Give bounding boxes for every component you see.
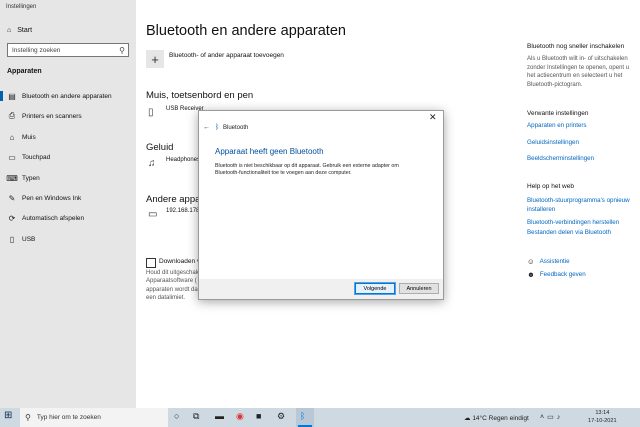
printer-icon: ⎙ [8,111,16,120]
pen-icon: ✎ [8,193,16,203]
add-device-button[interactable]: + [146,50,164,68]
sidebar-item-label: Typen [22,174,40,182]
weather-text: 14°C Regen eindigt [472,415,529,422]
home-icon: ⌂ [7,27,12,34]
link-devices-printers[interactable]: Apparaten en printers [527,122,633,131]
bluetooth-taskbar-icon[interactable]: ᛒ [300,411,305,421]
sidebar-item-label: Touchpad [22,153,51,161]
section-heading-other: Andere appar [146,194,204,205]
desc-line: Apparaatsoftware ( [146,278,197,285]
sidebar-item-label: Bluetooth en andere apparaten [22,92,112,100]
chat-help-icon: ☺ [527,257,535,266]
page-title: Bluetooth en andere apparaten [146,23,346,39]
home-label: Start [17,27,33,34]
sidebar-item-label: Pen en Windows Ink [22,194,82,202]
dialog-title: Bluetooth [223,125,249,131]
keyboard-icon: ⌨ [6,173,18,183]
related-settings-heading: Verwante instellingen [527,110,589,117]
taskbar-search-placeholder: Typ hier om te zoeken [36,414,101,421]
plus-icon: + [151,51,159,67]
autoplay-icon: ⟳ [8,213,16,223]
add-device-label[interactable]: Bluetooth- of ander apparaat toevoegen [169,52,284,59]
usb-icon: ▯ [9,234,15,244]
weather-icon: ☁ [464,415,471,422]
sidebar-item-mouse[interactable]: ⌂ Muis [0,129,136,145]
download-metered-label[interactable]: Downloaden vi [159,258,202,265]
clock-time: 13:14 [595,410,610,416]
sidebar-item-autoplay[interactable]: ⟳ Automatisch afspelen [0,210,136,226]
file-explorer-icon[interactable]: ▬ [215,411,224,421]
bluetooth-icon: ᛒ [215,124,220,131]
download-description: Houd dit uitgeschak Apparaatsoftware ( a… [146,269,206,302]
sidebar-item-bluetooth[interactable]: ▤ Bluetooth en andere apparaten [0,88,136,104]
desc-line: Houd dit uitgeschak [146,270,199,276]
mouse-icon: ⌂ [9,132,15,142]
feedback-label: Feedback geven [539,271,586,278]
next-button[interactable]: Volgende [354,282,396,295]
network-device-icon: ▭ [148,209,158,220]
bluetooth-dialog: ← ᛒ Bluetooth ✕ Apparaat heeft geen Blue… [198,110,444,300]
sidebar-item-label: Printers en scanners [22,112,82,120]
bluetooth-faster-heading: Bluetooth nog sneller inschakelen [527,43,625,50]
mouse-device-icon: ▯ [148,107,154,118]
sidebar-item-label: Automatisch afspelen [22,214,85,222]
taskbar-clock[interactable]: 13:14 17-10-2021 [588,410,617,425]
bluetooth-devices-icon: ▤ [8,91,16,101]
settings-gear-icon[interactable]: ⚙ [277,411,285,422]
dialog-message: Bluetooth is niet beschikbaar op dit app… [215,163,399,177]
cortana-icon[interactable]: ○ [174,411,179,421]
app-icon[interactable]: ■ [256,411,261,421]
sidebar-item-label: USB [22,235,36,243]
sidebar-item-label: Muis [22,133,36,141]
clock-date: 17-10-2021 [588,417,617,424]
touchpad-icon: ▭ [8,152,16,162]
sidebar-item-pen[interactable]: ✎ Pen en Windows Ink [0,190,136,206]
headphones-icon: ♫ [148,158,156,169]
assist-label: Assistentie [539,258,570,265]
sidebar-section-heading: Apparaten [7,68,42,75]
feedback-link[interactable]: ☻ Feedback geven [527,270,586,279]
task-view-icon[interactable]: ⧉ [193,411,199,422]
link-display-settings[interactable]: Beeldscherminstellingen [527,155,633,164]
help-heading: Help op het web [527,183,574,190]
close-icon[interactable]: ✕ [429,112,437,123]
search-icon: ⚲ [25,413,31,422]
cancel-button[interactable]: Annuleren [399,283,439,294]
chrome-icon[interactable]: ◉ [236,411,244,422]
bluetooth-faster-text: Als u Bluetooth wilt in- of uitschakelen… [527,56,630,88]
link-sound-settings[interactable]: Geluidsinstellingen [527,139,633,148]
windows-start-icon[interactable]: ⊞ [4,410,12,421]
home-link[interactable]: ⌂ Start [7,27,32,34]
sidebar-item-printers[interactable]: ⎙ Printers en scanners [0,108,136,124]
volume-icon: ♪ [556,414,564,421]
settings-search-input[interactable]: Instelling zoeken ⚲ [7,43,129,57]
sidebar-item-typing[interactable]: ⌨ Typen [0,170,136,186]
section-heading-audio: Geluid [146,142,174,153]
search-placeholder: Instelling zoeken [12,46,61,54]
network-icon: ▭ [547,414,557,421]
weather-widget[interactable]: ☁ 14°C Regen eindigt [464,414,529,422]
download-metered-checkbox[interactable] [146,258,156,268]
taskbar-search-box[interactable]: ⚲ Typ hier om te zoeken [20,408,168,427]
search-icon: ⚲ [119,46,125,55]
dialog-heading: Apparaat heeft geen Bluetooth [215,147,324,156]
back-arrow-icon[interactable]: ← [203,124,210,131]
link-reinstall-drivers[interactable]: Bluetooth-stuurprogramma's opnieuw insta… [527,197,633,214]
desc-line: een datalimiet. [146,294,186,301]
section-heading-mouse: Muis, toetsenbord en pen [146,90,254,101]
assist-link[interactable]: ☺ Assistentie [527,257,570,266]
desc-line: apparaten wordt da [146,286,198,293]
sidebar-item-touchpad[interactable]: ▭ Touchpad [0,149,136,165]
link-share-files[interactable]: Bestanden delen via Bluetooth [527,229,633,238]
link-fix-connections[interactable]: Bluetooth-verbindingen herstellen [527,219,633,228]
feedback-icon: ☻ [527,270,535,279]
device-headphones[interactable]: Headphones [166,157,200,163]
window-title: Instellingen [6,4,37,10]
system-tray[interactable]: ˄▭♪ [540,413,563,421]
sidebar-item-usb[interactable]: ▯ USB [0,231,136,247]
